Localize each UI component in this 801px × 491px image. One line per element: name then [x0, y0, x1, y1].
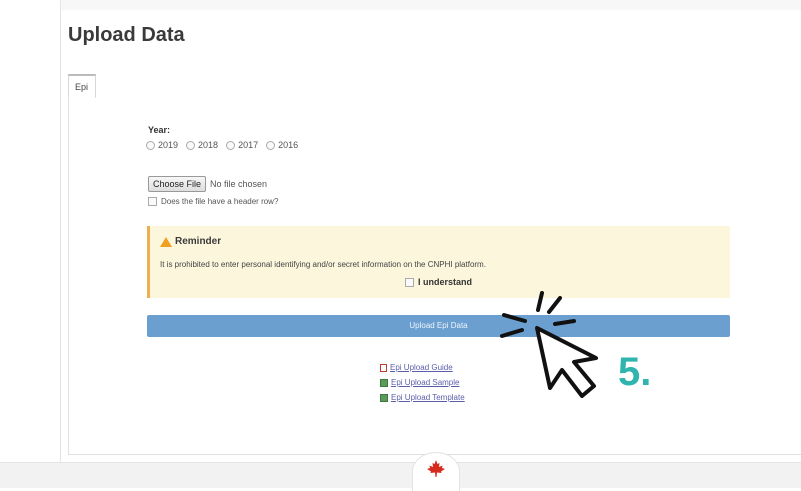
step-number-label: 5. — [618, 350, 652, 394]
header-row-option: Does the file have a header row? — [148, 197, 278, 206]
reminder-title: Reminder — [160, 236, 221, 247]
choose-file-button[interactable]: Choose File — [148, 176, 207, 192]
year-radio-2016[interactable]: 2016 — [266, 140, 298, 150]
reminder-title-text: Reminder — [175, 236, 222, 247]
understand-label: I understand — [418, 277, 473, 287]
resource-links: Epi Upload Guide Epi Upload Sample Epi U… — [380, 360, 465, 405]
radio-icon[interactable] — [266, 140, 276, 150]
file-input-row: Choose File No file chosen — [148, 176, 267, 192]
link-label: Epi Upload Guide — [390, 363, 453, 372]
year-radio-2018[interactable]: 2018 — [186, 140, 218, 150]
reminder-box: Reminder It is prohibited to enter perso… — [147, 226, 730, 298]
radio-label: 2016 — [278, 140, 299, 150]
upload-epi-data-button[interactable]: Upload Epi Data — [147, 315, 730, 337]
tab-strip: Epi — [68, 74, 801, 99]
link-epi-upload-template[interactable]: Epi Upload Template — [380, 390, 465, 405]
warning-icon — [160, 236, 172, 247]
document-icon — [380, 363, 387, 372]
page-title: Upload Data — [68, 24, 185, 46]
year-radio-2017[interactable]: 2017 — [226, 140, 258, 150]
top-bar — [0, 0, 801, 10]
understand-checkbox[interactable] — [405, 277, 414, 287]
radio-label: 2017 — [238, 140, 259, 150]
radio-icon[interactable] — [186, 140, 196, 150]
header-row-checkbox[interactable] — [148, 197, 157, 206]
reminder-text: It is prohibited to enter personal ident… — [160, 260, 486, 269]
radio-label: 2018 — [198, 140, 219, 150]
radio-icon[interactable] — [146, 140, 155, 150]
footer — [0, 462, 801, 488]
link-label: Epi Upload Template — [391, 393, 465, 402]
understand-option: I understand — [405, 277, 472, 287]
radio-label: 2019 — [158, 140, 179, 150]
link-epi-upload-sample[interactable]: Epi Upload Sample — [380, 375, 465, 390]
maple-leaf-icon — [427, 460, 445, 477]
year-radio-2019[interactable]: 2019 — [146, 140, 178, 150]
spreadsheet-icon — [380, 393, 388, 402]
no-file-text: No file chosen — [210, 179, 268, 189]
year-label: Year: — [148, 125, 171, 135]
tab-epi[interactable]: Epi — [68, 74, 96, 98]
spreadsheet-icon — [380, 378, 388, 387]
header-row-label: Does the file have a header row? — [161, 197, 279, 206]
link-label: Epi Upload Sample — [391, 378, 460, 387]
link-epi-upload-guide[interactable]: Epi Upload Guide — [380, 360, 465, 375]
radio-icon[interactable] — [226, 140, 236, 150]
year-radio-group: 2019 2018 2017 2016 — [146, 140, 298, 150]
left-rail — [0, 0, 61, 462]
